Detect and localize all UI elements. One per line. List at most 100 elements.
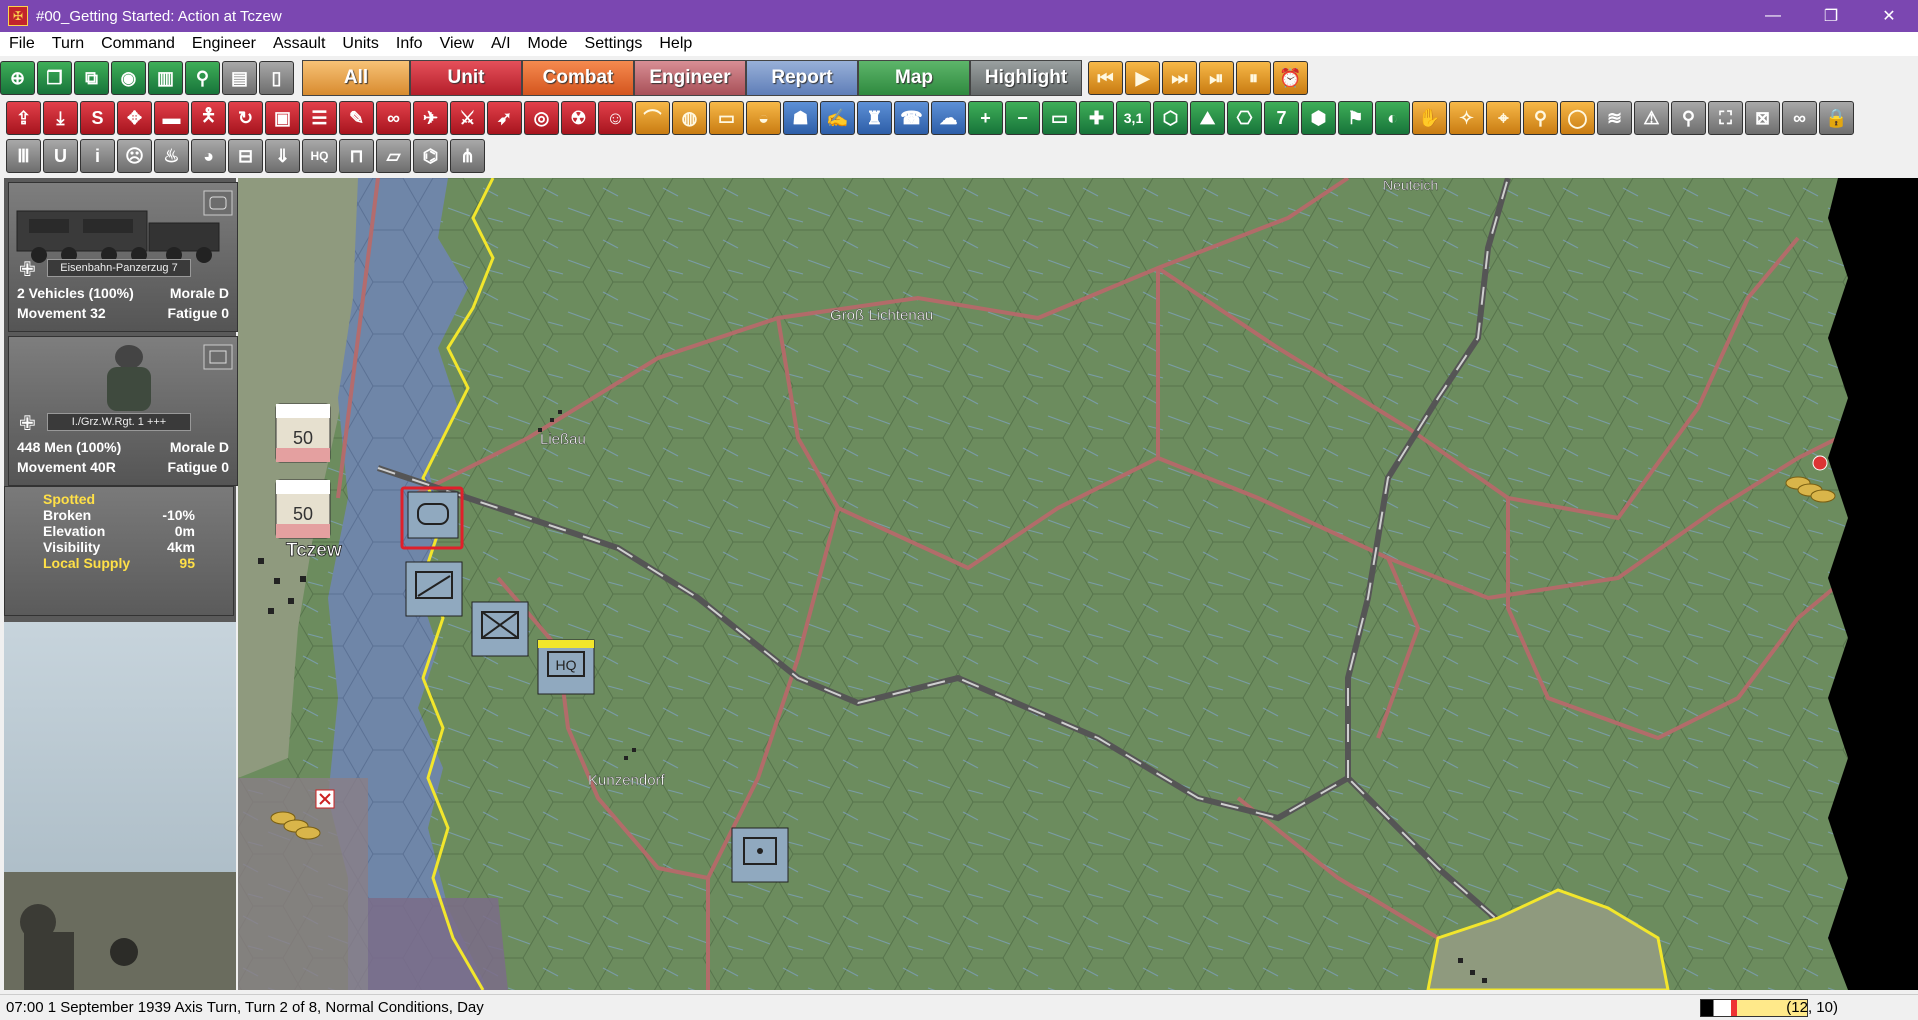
trophy-icon[interactable]: ♜ — [857, 101, 892, 135]
antenna-icon[interactable]: ⚲ — [1523, 101, 1558, 135]
menu-info[interactable]: Info — [387, 35, 431, 53]
bridge-icon[interactable]: ⌒ — [635, 101, 670, 135]
zoom-out-icon[interactable]: − — [1005, 101, 1040, 135]
unload-down-icon[interactable]: ⤓ — [43, 101, 78, 135]
skip-icon[interactable]: ⏯ — [1199, 61, 1234, 95]
ring-icon[interactable]: ◯ — [1560, 101, 1595, 135]
fullscreen-icon[interactable]: ⛶ — [1708, 101, 1743, 135]
lock-icon[interactable]: 🔒 — [1819, 101, 1854, 135]
restore-button[interactable]: ❐ — [1802, 0, 1860, 32]
map-icon[interactable]: ▥ — [148, 61, 183, 95]
compass-icon[interactable]: ✧ — [1449, 101, 1484, 135]
cloud-icon[interactable]: ☁ — [931, 101, 966, 135]
menu-units[interactable]: Units — [333, 35, 386, 53]
aim-icon[interactable]: ⌖ — [1486, 101, 1521, 135]
load-up-icon[interactable]: ⇪ — [6, 101, 41, 135]
search-icon[interactable]: ⚲ — [1671, 101, 1706, 135]
unit-card-train[interactable]: ✙ Eisenbahn-Panzerzug 7 2 Vehicles (100%… — [8, 182, 238, 332]
assault-icon[interactable]: ☢ — [561, 101, 596, 135]
hex-icon[interactable]: ⬡ — [1153, 101, 1188, 135]
crosshair-icon[interactable]: ⊕ — [0, 61, 35, 95]
flag-icon[interactable]: ⚑ — [1338, 101, 1373, 135]
ratio-icon[interactable]: 3,1 — [1116, 101, 1151, 135]
menu-assault[interactable]: Assault — [264, 35, 333, 53]
supply-s-icon[interactable]: S — [80, 101, 115, 135]
hq-icon[interactable]: HQ — [302, 139, 337, 173]
target-icon[interactable]: ◎ — [524, 101, 559, 135]
open-book-icon[interactable]: ✍ — [820, 101, 855, 135]
unit-counter[interactable] — [471, 601, 529, 657]
unit-counter[interactable] — [405, 561, 463, 617]
menu-mode[interactable]: Mode — [519, 35, 576, 53]
flame-icon[interactable]: ♨ — [154, 139, 189, 173]
columns-icon[interactable]: Ⅲ — [6, 139, 41, 173]
emblem-icon[interactable]: ✥ — [117, 101, 152, 135]
alarm-clock-icon[interactable]: ⏰ — [1273, 61, 1308, 95]
tree-icon[interactable]: ⋔ — [450, 139, 485, 173]
entrench-icon[interactable]: ◒ — [746, 101, 781, 135]
list-icon[interactable]: ☰ — [302, 101, 337, 135]
warning-icon[interactable]: ⚠ — [1634, 101, 1669, 135]
device-icon[interactable]: ▯ — [259, 61, 294, 95]
info-i-icon[interactable]: i — [80, 139, 115, 173]
signpost-icon[interactable]: ✚ — [1079, 101, 1114, 135]
terrain-icon[interactable]: ⛰ — [1190, 101, 1225, 135]
menu-settings[interactable]: Settings — [576, 35, 651, 53]
enemy-counter[interactable]: 50 — [275, 403, 331, 463]
menu-help[interactable]: Help — [650, 35, 700, 53]
unit-card-infantry[interactable]: ✙ I./Grz.W.Rgt. 1 +++ 448 Men (100%) Mora… — [8, 336, 238, 486]
contrast-icon[interactable]: ◐ — [1375, 101, 1410, 135]
tab-report[interactable]: Report — [746, 60, 858, 96]
minus-box-icon[interactable]: ⊟ — [228, 139, 263, 173]
telephone-icon[interactable]: ☎ — [894, 101, 929, 135]
smiley-icon[interactable]: ☺ — [598, 101, 633, 135]
plane-icon[interactable]: ✈ — [413, 101, 448, 135]
face-icon[interactable]: ☹ — [117, 139, 152, 173]
menu-command[interactable]: Command — [92, 35, 183, 53]
map-canvas[interactable]: Neuteich Groß Lichtenau Ließau Tczew Kun… — [238, 178, 1918, 990]
minimize-button[interactable]: — — [1744, 0, 1802, 32]
rotate-icon[interactable]: ↻ — [228, 101, 263, 135]
menu-file[interactable]: File — [0, 35, 43, 53]
divert-icon[interactable]: ⇓ — [265, 139, 300, 173]
unit-counter[interactable] — [731, 827, 789, 883]
people-icon[interactable]: ☗ — [783, 101, 818, 135]
tab-combat[interactable]: Combat — [522, 60, 634, 96]
enemy-counter[interactable]: 50 — [275, 479, 331, 539]
hex-number-icon[interactable]: ⎔ — [1227, 101, 1262, 135]
window-stack-icon[interactable]: ⧉ — [74, 61, 109, 95]
chain-link-icon[interactable]: ∞ — [1782, 101, 1817, 135]
close-box-icon[interactable]: ⊠ — [1745, 101, 1780, 135]
menu-view[interactable]: View — [431, 35, 482, 53]
menu-ai[interactable]: A/I — [482, 35, 519, 53]
handshake-icon[interactable]: ✋ — [1412, 101, 1447, 135]
hexagon-outline-icon[interactable]: ⬢ — [1301, 101, 1336, 135]
formation-icon[interactable]: ⊓ — [339, 139, 374, 173]
binoculars-icon[interactable]: ∞ — [376, 101, 411, 135]
menu-engineer[interactable]: Engineer — [183, 35, 264, 53]
monitor-icon[interactable]: ▤ — [222, 61, 257, 95]
sandbag-icon[interactable]: ▭ — [709, 101, 744, 135]
pen-icon[interactable]: ✎ — [339, 101, 374, 135]
eye-icon[interactable]: ◉ — [111, 61, 146, 95]
tab-map[interactable]: Map — [858, 60, 970, 96]
tab-highlight[interactable]: Highlight — [970, 60, 1082, 96]
hex-map[interactable]: Neuteich Groß Lichtenau Ließau Tczew Kun… — [238, 178, 1918, 990]
soldier-icon[interactable]: 🯅 — [191, 101, 226, 135]
layers-icon[interactable]: ≋ — [1597, 101, 1632, 135]
number-seven-icon[interactable]: 7 — [1264, 101, 1299, 135]
zoom-in-icon[interactable]: + — [968, 101, 1003, 135]
tank-icon[interactable]: ▬ — [154, 101, 189, 135]
tab-engineer[interactable]: Engineer — [634, 60, 746, 96]
book-icon[interactable]: ▣ — [265, 101, 300, 135]
play-icon[interactable]: ▶ — [1125, 61, 1160, 95]
display-icon[interactable]: ▭ — [1042, 101, 1077, 135]
pause-icon[interactable]: ⏸ — [1236, 61, 1271, 95]
hierarchy-icon[interactable]: ⌬ — [413, 139, 448, 173]
close-button[interactable]: ✕ — [1860, 0, 1918, 32]
swords-icon[interactable]: ⚔ — [450, 101, 485, 135]
menu-turn[interactable]: Turn — [43, 35, 92, 53]
mine-icon[interactable]: ◍ — [672, 101, 707, 135]
slash-box-icon[interactable]: ▱ — [376, 139, 411, 173]
windows-icon[interactable]: ❐ — [37, 61, 72, 95]
